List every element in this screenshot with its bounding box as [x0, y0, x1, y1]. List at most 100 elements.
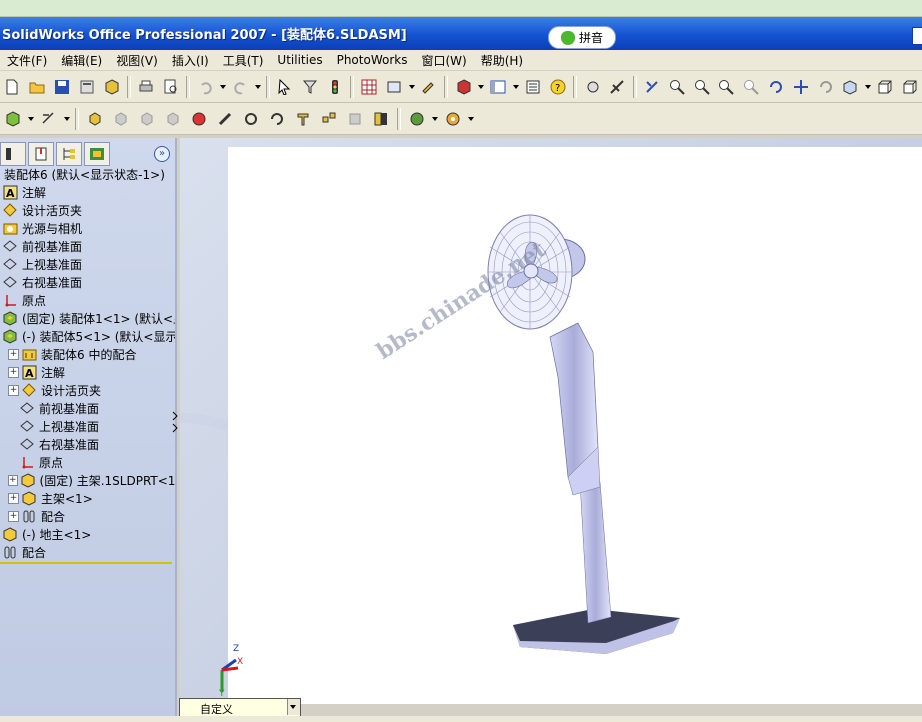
chevron-down-icon[interactable] — [864, 84, 871, 89]
previous-view-icon[interactable] — [642, 76, 663, 98]
expand-icon[interactable]: + — [8, 492, 19, 504]
tree-item[interactable]: 光源与相机 — [0, 219, 175, 237]
chevron-down-icon[interactable] — [254, 84, 261, 89]
standard-views-icon[interactable] — [840, 76, 861, 98]
tree-item[interactable]: 上视基准面 — [0, 417, 175, 435]
rotate-component-icon[interactable] — [266, 108, 288, 130]
properties-icon[interactable] — [523, 76, 544, 98]
zoom-fit-icon[interactable] — [666, 76, 687, 98]
edit-component-icon[interactable] — [162, 108, 184, 130]
tree-item[interactable]: 右视基准面 — [0, 435, 175, 453]
roll-view-icon[interactable] — [815, 76, 836, 98]
expand-icon[interactable]: + — [8, 510, 19, 522]
menu-photoworks[interactable]: PhotoWorks — [330, 53, 415, 67]
view-orientation-select[interactable]: 自定义 — [179, 698, 301, 718]
settings-icon[interactable] — [442, 108, 464, 130]
tree-item[interactable]: 原点 — [0, 453, 175, 471]
pattern-icon[interactable] — [188, 108, 210, 130]
view-cube-icon[interactable] — [875, 76, 896, 98]
tree-item[interactable]: 前视基准面 — [0, 237, 175, 255]
menu-file[interactable]: 文件(F) — [0, 52, 54, 69]
tab-configuration-manager[interactable] — [56, 142, 82, 166]
save-icon[interactable] — [52, 76, 73, 98]
menu-edit[interactable]: 编辑(E) — [54, 52, 109, 69]
tree-item[interactable]: 上视基准面 — [0, 255, 175, 273]
interference-detection-icon[interactable] — [370, 108, 392, 130]
open-icon[interactable] — [27, 76, 48, 98]
tree-item[interactable]: + 配合 — [0, 507, 175, 525]
options-icon[interactable] — [384, 76, 405, 98]
zoom-in-out-icon[interactable] — [716, 76, 737, 98]
insert-component-icon[interactable] — [84, 108, 106, 130]
rollback-bar[interactable] — [0, 562, 172, 564]
layout-icon[interactable] — [488, 76, 509, 98]
component-icon[interactable] — [453, 76, 474, 98]
grid-icon[interactable] — [359, 76, 380, 98]
expand-icon[interactable]: + — [8, 474, 18, 486]
interference-icon[interactable] — [607, 76, 628, 98]
tree-item[interactable]: A 注解 — [0, 183, 175, 201]
tree-root[interactable]: 装配体6 (默认<显示状态-1>) — [0, 165, 175, 183]
chevron-down-icon[interactable] — [287, 699, 300, 715]
view-cube-2-icon[interactable] — [899, 76, 920, 98]
expand-icon[interactable]: + — [8, 348, 19, 360]
expand-icon[interactable]: + — [8, 366, 19, 378]
rebuild-icon[interactable] — [419, 76, 440, 98]
expand-icon[interactable]: + — [8, 384, 19, 396]
redo-icon[interactable] — [230, 76, 251, 98]
tree-item[interactable]: (-) 装配体5<1> (默认<显示状 — [0, 327, 175, 345]
tree-item[interactable]: + 设计活页夹 — [0, 381, 175, 399]
tree-item[interactable]: 右视基准面 — [0, 273, 175, 291]
dimension-icon[interactable] — [38, 108, 60, 130]
chevron-down-icon[interactable] — [477, 84, 484, 89]
smart-fasteners-icon[interactable] — [292, 108, 314, 130]
chevron-down-icon[interactable] — [220, 84, 227, 89]
change-transparency-icon[interactable] — [136, 108, 158, 130]
tree-item[interactable]: 设计活页夹 — [0, 201, 175, 219]
zoom-selection-icon[interactable] — [741, 76, 762, 98]
explode-icon[interactable] — [318, 108, 340, 130]
select-filter-icon[interactable] — [299, 76, 320, 98]
tree-item[interactable]: + (固定) 主架.1SLDPRT<1> — [0, 471, 175, 489]
menu-utilities[interactable]: Utilities — [270, 53, 329, 67]
chevron-down-icon[interactable] — [468, 116, 474, 121]
preview-icon[interactable] — [161, 76, 182, 98]
explode-line-icon[interactable] — [344, 108, 366, 130]
tree-item[interactable]: (-) 地主<1> — [0, 525, 175, 543]
tab-feature-tree[interactable] — [0, 142, 26, 166]
tree-item[interactable]: + 装配体6 中的配合 — [0, 345, 175, 363]
hide-component-icon[interactable] — [110, 108, 132, 130]
assembly-icon[interactable] — [2, 108, 24, 130]
chevron-down-icon[interactable] — [512, 84, 519, 89]
zoom-area-icon[interactable] — [691, 76, 712, 98]
chevron-down-icon[interactable] — [432, 116, 438, 121]
menu-help[interactable]: 帮助(H) — [474, 52, 530, 69]
menu-view[interactable]: 视图(V) — [109, 52, 165, 69]
tree-item[interactable]: 配合 — [0, 543, 175, 561]
tree-item[interactable]: + A 注解 — [0, 363, 175, 381]
restore-button[interactable] — [912, 27, 922, 45]
new-icon[interactable] — [2, 76, 23, 98]
tree-item[interactable]: 原点 — [0, 291, 175, 309]
chevron-down-icon[interactable] — [408, 84, 415, 89]
mate-icon[interactable] — [214, 108, 236, 130]
tab-display-manager[interactable] — [84, 142, 110, 166]
panel-splitter[interactable] — [172, 410, 178, 434]
panel-expand-icon[interactable]: » — [154, 146, 170, 162]
traffic-light-icon[interactable] — [324, 76, 345, 98]
tab-property-manager[interactable] — [28, 142, 54, 166]
ime-indicator[interactable]: 拼音 — [548, 26, 616, 49]
tree-item[interactable]: (固定) 装配体1<1> (默认<显 — [0, 309, 175, 327]
move-component-icon[interactable] — [240, 108, 262, 130]
print-icon[interactable] — [136, 76, 157, 98]
pan-icon[interactable] — [790, 76, 811, 98]
measure-icon[interactable] — [582, 76, 603, 98]
model-canvas[interactable] — [228, 147, 922, 704]
rotate-icon[interactable] — [766, 76, 787, 98]
make-assembly-icon[interactable] — [101, 76, 122, 98]
undo-icon[interactable] — [195, 76, 216, 98]
menu-insert[interactable]: 插入(I) — [165, 52, 216, 69]
help-icon[interactable]: ? — [548, 76, 569, 98]
feature-icon[interactable] — [406, 108, 428, 130]
tree-item[interactable]: + 主架<1> — [0, 489, 175, 507]
